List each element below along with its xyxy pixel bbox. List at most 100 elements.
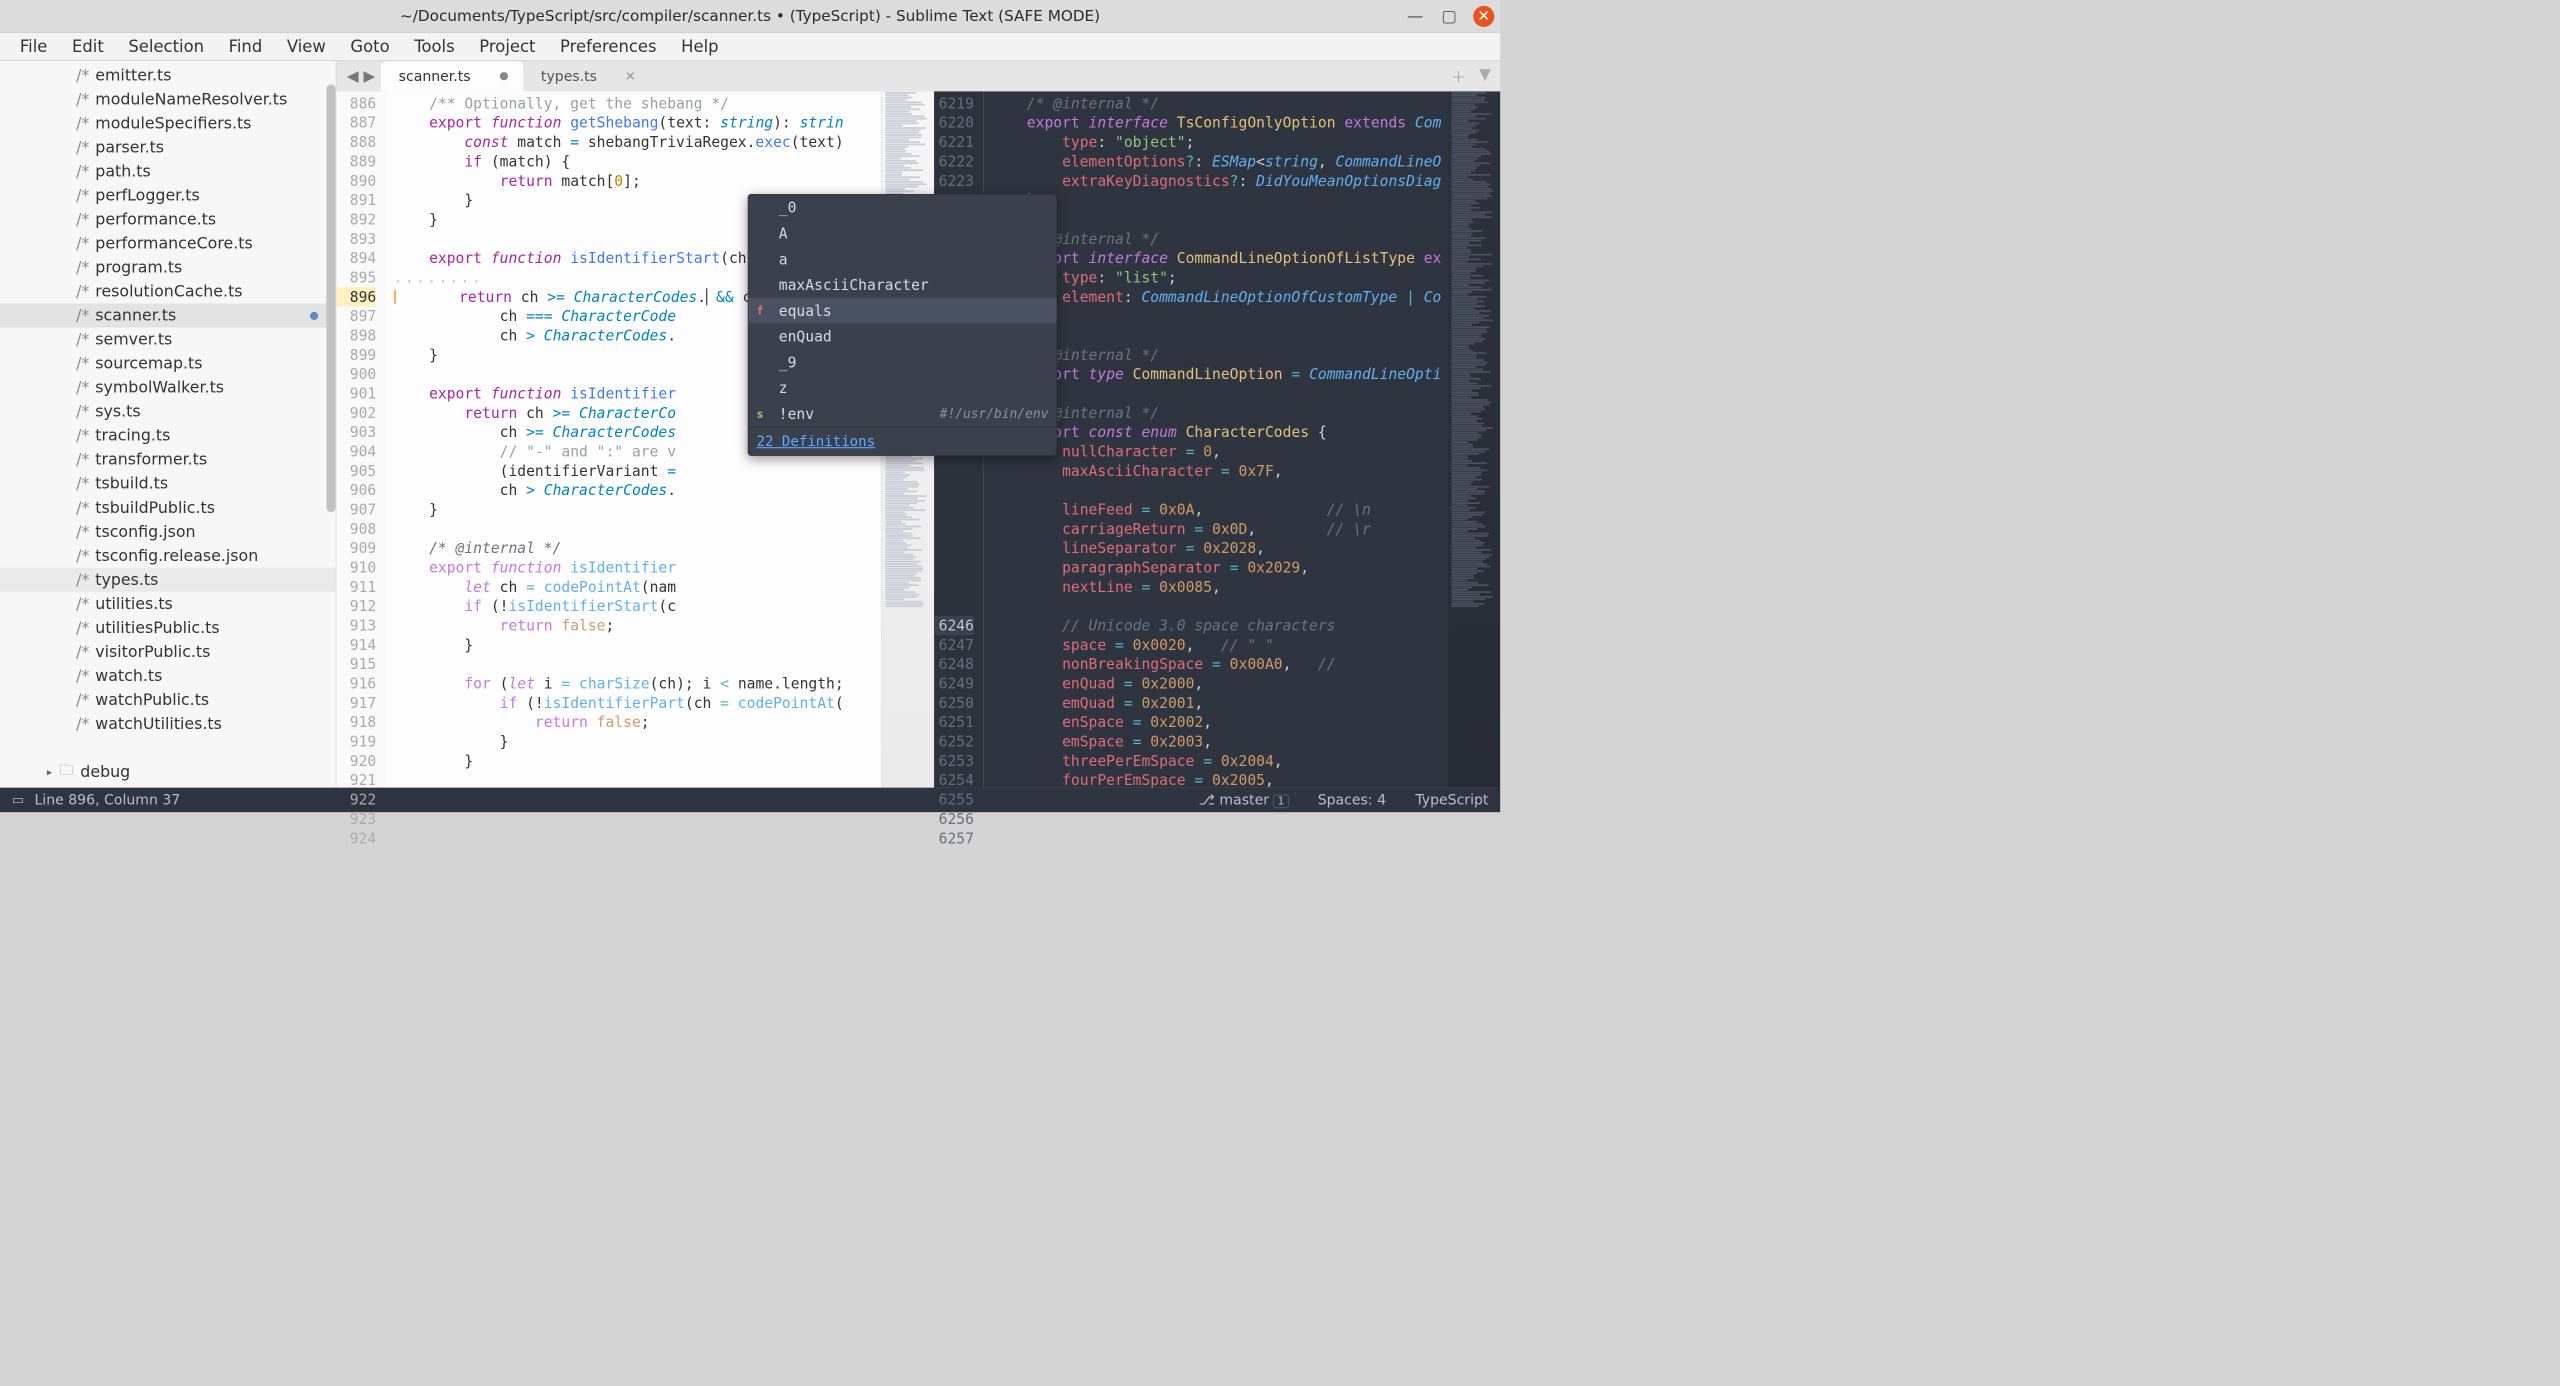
file-icon: /* bbox=[76, 475, 89, 493]
sidebar-item[interactable]: /*parser.ts bbox=[0, 135, 336, 159]
tab-close-icon[interactable]: ✕ bbox=[625, 69, 636, 84]
sidebar-item-label: utilities.ts bbox=[95, 595, 172, 613]
sidebar-item[interactable]: /*tsbuildPublic.ts bbox=[0, 496, 336, 520]
sidebar-item-label: watchUtilities.ts bbox=[95, 715, 222, 733]
sidebar-item[interactable]: /*tsconfig.json bbox=[0, 520, 336, 544]
sidebar-item[interactable]: /*tsbuild.ts bbox=[0, 472, 336, 496]
disclosure-icon: ▸ bbox=[47, 766, 52, 778]
file-icon: /* bbox=[76, 427, 89, 445]
panel-switcher-icon[interactable]: ▭ bbox=[12, 793, 24, 808]
menu-tools[interactable]: Tools bbox=[403, 33, 467, 59]
status-cursor[interactable]: Line 896, Column 37 bbox=[34, 792, 180, 808]
autocomplete-label: !env bbox=[779, 405, 814, 422]
sidebar-item[interactable]: /*visitorPublic.ts bbox=[0, 640, 336, 664]
modified-indicator-icon bbox=[310, 311, 318, 319]
autocomplete-item[interactable]: enQuad bbox=[748, 323, 1056, 349]
sidebar-item[interactable]: /*resolutionCache.ts bbox=[0, 280, 336, 304]
sidebar-item[interactable]: /* emitter.ts bbox=[0, 63, 336, 87]
sidebar-item[interactable]: /*sourcemap.ts bbox=[0, 352, 336, 376]
autocomplete-item[interactable]: A bbox=[748, 220, 1056, 246]
new-tab-icon[interactable]: ＋ bbox=[1451, 65, 1466, 87]
menu-view[interactable]: View bbox=[275, 33, 337, 59]
menu-help[interactable]: Help bbox=[669, 33, 730, 59]
sidebar-item-label: emitter.ts bbox=[95, 66, 171, 84]
autocomplete-label: maxAsciiCharacter bbox=[779, 276, 929, 293]
autocomplete-label: _0 bbox=[779, 199, 797, 216]
status-branch[interactable]: ⎇ master 1 bbox=[1199, 792, 1289, 808]
autocomplete-item[interactable]: _0 bbox=[748, 195, 1056, 221]
sidebar-item-label: path.ts bbox=[95, 162, 150, 180]
sidebar-item[interactable]: /*scanner.ts bbox=[0, 304, 336, 328]
file-icon: /* bbox=[76, 571, 89, 589]
file-icon: /* bbox=[76, 331, 89, 349]
window-title: ~/Documents/TypeScript/src/compiler/scan… bbox=[400, 7, 1100, 25]
sidebar-folder-label: debug bbox=[80, 763, 130, 781]
sidebar-item[interactable]: /*performanceCore.ts bbox=[0, 231, 336, 255]
file-icon: /* bbox=[76, 66, 89, 84]
sidebar-item[interactable]: /* tsconfig.release.json bbox=[0, 544, 336, 568]
gutter-left[interactable]: 8868878888898908918928938948958968978988… bbox=[336, 91, 385, 787]
file-icon: /* bbox=[76, 210, 89, 228]
sidebar-item[interactable]: /*perfLogger.ts bbox=[0, 183, 336, 207]
sidebar-item[interactable]: /*watchPublic.ts bbox=[0, 688, 336, 712]
sidebar-folder-debug[interactable]: ▸ 🗀 debug bbox=[0, 757, 336, 788]
sidebar-item[interactable]: /*utilities.ts bbox=[0, 592, 336, 616]
sidebar-scrollbar[interactable] bbox=[326, 84, 335, 512]
maximize-button[interactable]: ▢ bbox=[1439, 6, 1459, 26]
sidebar-item[interactable]: /*sys.ts bbox=[0, 400, 336, 424]
status-spaces[interactable]: Spaces: 4 bbox=[1318, 792, 1386, 808]
file-icon: /* bbox=[76, 138, 89, 156]
status-bar: ▭ Line 896, Column 37 ⎇ master 1 Spaces:… bbox=[0, 788, 1500, 813]
menu-edit[interactable]: Edit bbox=[60, 33, 115, 59]
autocomplete-footer[interactable]: 22 Definitions bbox=[748, 427, 1056, 456]
sidebar-item[interactable]: /*symbolWalker.ts bbox=[0, 376, 336, 400]
sidebar-item[interactable]: /*performance.ts bbox=[0, 207, 336, 231]
autocomplete-item[interactable]: maxAsciiCharacter bbox=[748, 272, 1056, 298]
file-icon: /* bbox=[76, 547, 89, 565]
tab-history-nav[interactable]: ◀ ▶ bbox=[341, 67, 381, 85]
tab-scanner[interactable]: scanner.ts bbox=[381, 61, 523, 91]
sidebar-item[interactable]: /*program.ts bbox=[0, 255, 336, 279]
sidebar-file-list[interactable]: /* emitter.ts /*moduleNameResolver.ts/*mod… bbox=[0, 61, 336, 757]
menu-goto[interactable]: Goto bbox=[339, 33, 402, 59]
file-icon: /* bbox=[76, 306, 89, 324]
sidebar-item-label: tsconfig.release.json bbox=[95, 547, 258, 565]
sidebar-item[interactable]: /*watch.ts bbox=[0, 664, 336, 688]
autocomplete-item[interactable]: z bbox=[748, 375, 1056, 401]
menu-bar: File Edit Selection Find View Goto Tools… bbox=[0, 33, 1500, 61]
autocomplete-item[interactable]: s!env#!/usr/bin/env bbox=[748, 401, 1056, 427]
sidebar-item-label: types.ts bbox=[95, 571, 158, 589]
menu-selection[interactable]: Selection bbox=[117, 33, 216, 59]
autocomplete-item[interactable]: fequals bbox=[748, 298, 1056, 324]
sidebar-item[interactable]: /* path.ts bbox=[0, 159, 336, 183]
status-language[interactable]: TypeScript bbox=[1415, 792, 1488, 808]
file-icon: /* bbox=[76, 523, 89, 541]
sidebar-item[interactable]: /*moduleSpecifiers.ts bbox=[0, 111, 336, 135]
file-icon: /* bbox=[76, 403, 89, 421]
autocomplete-item[interactable]: a bbox=[748, 246, 1056, 272]
autocomplete-popup: _0 Aa maxAsciiCharacter fequalsenQuad_9zs!e… bbox=[748, 194, 1057, 456]
sidebar-item[interactable]: /*utilitiesPublic.ts bbox=[0, 616, 336, 640]
sidebar-item-label: program.ts bbox=[95, 258, 182, 276]
sidebar-item[interactable]: /*tracing.ts bbox=[0, 424, 336, 448]
sidebar-item[interactable]: /* types.ts bbox=[0, 568, 336, 592]
minimap-right[interactable] bbox=[1447, 91, 1500, 787]
file-icon: /* bbox=[76, 691, 89, 709]
menu-file[interactable]: File bbox=[8, 33, 59, 59]
file-icon: /* bbox=[76, 162, 89, 180]
menu-project[interactable]: Project bbox=[468, 33, 548, 59]
tab-list-icon[interactable]: ▼ bbox=[1479, 65, 1491, 87]
sidebar-item[interactable]: /*watchUtilities.ts bbox=[0, 712, 336, 736]
close-button[interactable]: ✕ bbox=[1473, 6, 1494, 27]
menu-preferences[interactable]: Preferences bbox=[548, 33, 668, 59]
menu-find[interactable]: Find bbox=[217, 33, 274, 59]
autocomplete-item[interactable]: _9 bbox=[748, 349, 1056, 375]
minimize-button[interactable]: — bbox=[1405, 6, 1425, 26]
sidebar-item[interactable]: /*transformer.ts bbox=[0, 448, 336, 472]
sidebar-item[interactable]: /*semver.ts bbox=[0, 328, 336, 352]
file-icon: /* bbox=[76, 619, 89, 637]
tab-types[interactable]: types.ts ✕ bbox=[523, 61, 649, 91]
file-icon: /* bbox=[76, 282, 89, 300]
sidebar-item[interactable]: /*moduleNameResolver.ts bbox=[0, 87, 336, 111]
sidebar-item-label: perfLogger.ts bbox=[95, 186, 199, 204]
